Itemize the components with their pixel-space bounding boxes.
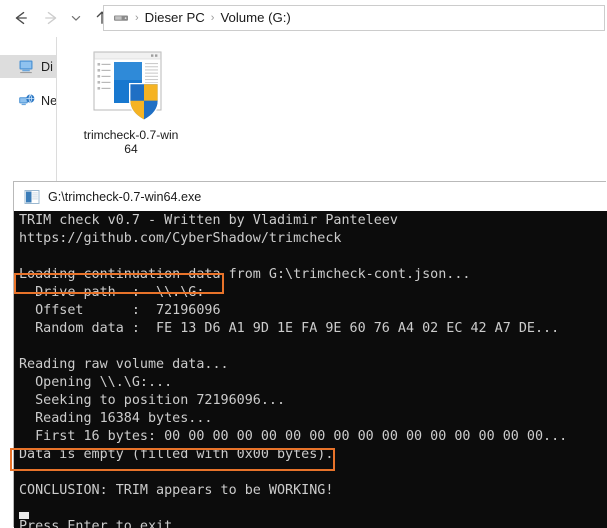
back-button[interactable] — [6, 3, 35, 33]
network-icon — [18, 92, 36, 110]
console-line-11: Reading 16384 bytes... — [19, 411, 213, 426]
forward-button[interactable] — [36, 3, 65, 33]
console-app-icon — [24, 189, 40, 205]
console-line-9: Opening \\.\G:... — [19, 375, 173, 390]
breadcrumb-separator-1: › — [210, 11, 215, 24]
recent-locations-button[interactable] — [66, 3, 86, 33]
forward-arrow-icon — [44, 11, 56, 25]
breadcrumb-separator-0: › — [135, 11, 139, 24]
console-line-14 — [19, 464, 567, 482]
file-item-trimcheck[interactable]: trimcheck-0.7-win64 — [79, 49, 183, 156]
console-line-12: First 16 bytes: 00 00 00 00 00 00 00 00 … — [19, 429, 568, 444]
console-cursor — [19, 512, 29, 519]
console-line-1: https://github.com/CyberShadow/trimcheck — [19, 231, 342, 246]
console-line-5: Offset : 72196096 — [19, 303, 221, 318]
console-line-16 — [19, 500, 567, 518]
console-line-8: Reading raw volume data... — [19, 357, 229, 372]
console-output-area[interactable]: TRIM check v0.7 - Written by Vladimir Pa… — [14, 211, 607, 528]
console-line-3: Loading continuation data from G:\trimch… — [19, 267, 471, 282]
console-window[interactable]: G:\trimcheck-0.7-win64.exe TRIM check v0… — [14, 182, 607, 528]
breadcrumb-item-volume-g[interactable]: Volume (G:) — [220, 11, 290, 24]
back-arrow-icon — [15, 11, 27, 25]
console-line-7 — [19, 338, 567, 356]
breadcrumb-item-dieser-pc[interactable]: Dieser PC — [145, 11, 205, 24]
console-line-4: Drive path : \\.\G: — [19, 285, 205, 300]
console-line-0: TRIM check v0.7 - Written by Vladimir Pa… — [19, 213, 398, 228]
sidebar-item-netzwerk[interactable]: Ne — [0, 89, 56, 112]
console-line-13: Data is empty (filled with 0x00 bytes). — [19, 447, 334, 462]
sidebar-item-label: Ne — [41, 93, 56, 108]
computer-icon — [18, 58, 36, 76]
screen: › Dieser PC › Volume (G:) Di Ne trimchec… — [0, 0, 607, 528]
console-titlebar[interactable]: G:\trimcheck-0.7-win64.exe — [14, 182, 607, 212]
sidebar-item-label: Di — [41, 59, 53, 74]
executable-shield-icon — [91, 49, 171, 123]
console-title-text: G:\trimcheck-0.7-win64.exe — [48, 189, 202, 204]
sidebar-item-dieser-pc[interactable]: Di — [0, 55, 56, 78]
console-line-17: Press Enter to exit... — [19, 519, 197, 528]
drive-icon — [113, 11, 129, 25]
console-text-block: TRIM check v0.7 - Written by Vladimir Pa… — [19, 212, 567, 528]
console-line-2 — [19, 248, 567, 266]
console-line-15: CONCLUSION: TRIM appears to be WORKING! — [19, 483, 334, 498]
address-bar[interactable]: › Dieser PC › Volume (G:) — [103, 5, 605, 31]
console-line-10: Seeking to position 72196096... — [19, 393, 286, 408]
file-item-label: trimcheck-0.7-win64 — [83, 128, 179, 156]
console-line-6: Random data : FE 13 D6 A1 9D 1E FA 9E 60… — [19, 321, 560, 336]
chevron-down-icon — [71, 16, 81, 21]
